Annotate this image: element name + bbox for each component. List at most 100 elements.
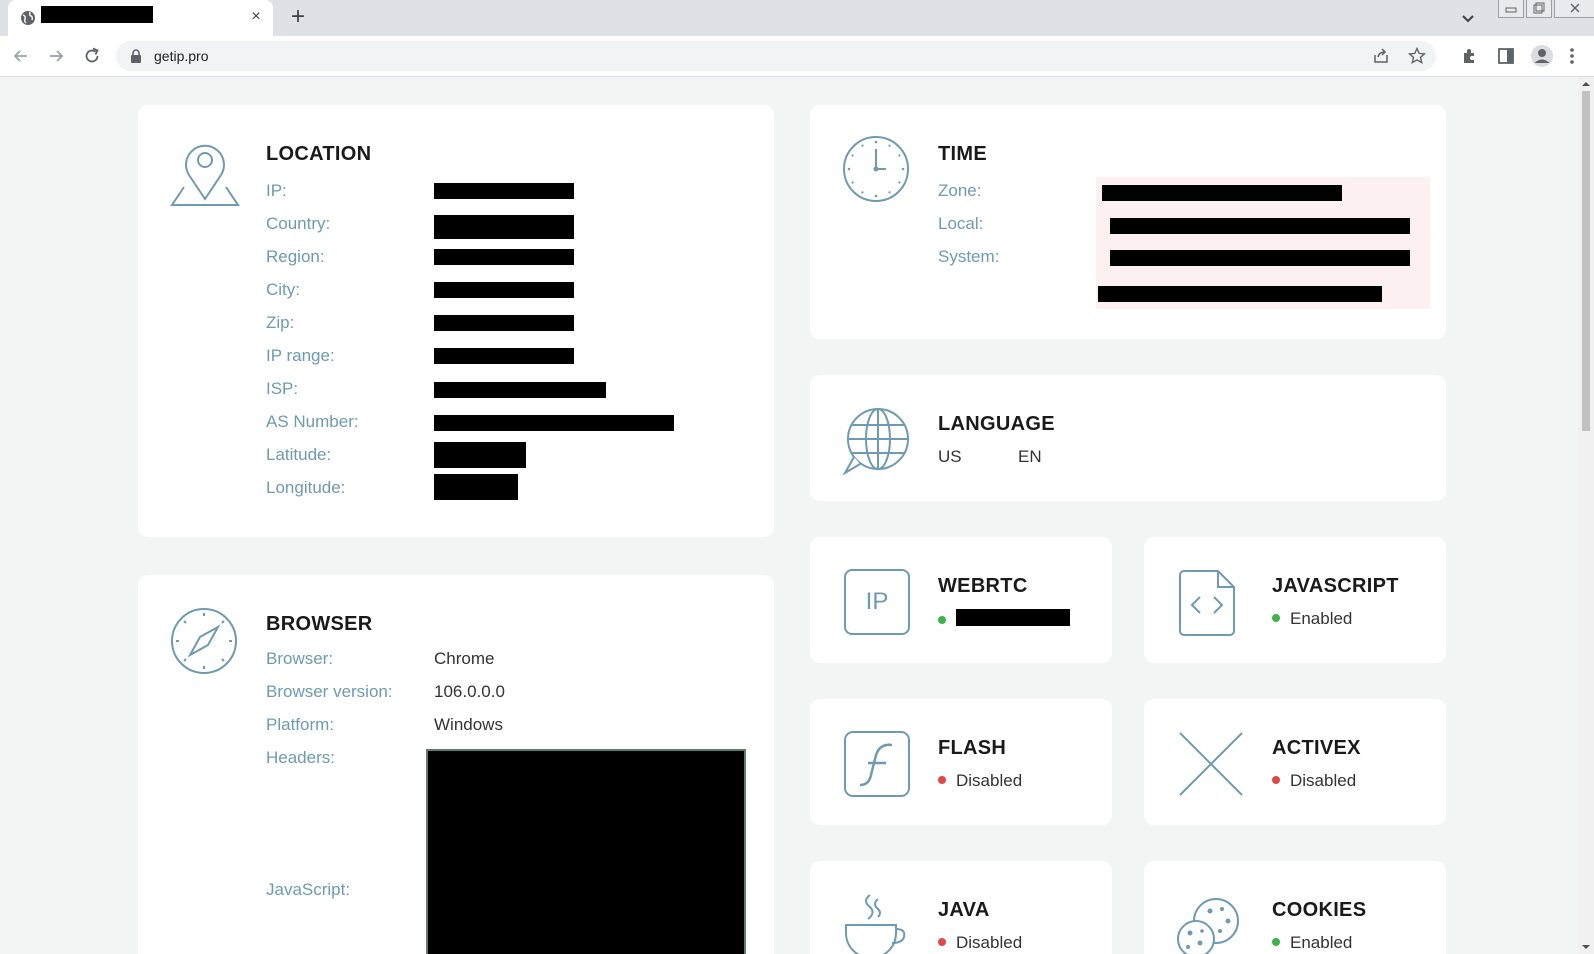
coffee-cup-icon — [845, 894, 906, 954]
region-label: Region: — [266, 247, 325, 266]
city-value-redacted — [434, 282, 574, 298]
time-title: TIME — [938, 143, 987, 165]
cookies-icon — [1177, 898, 1239, 954]
page-content: LOCATION IP: Country: Region: City: Zip:… — [0, 77, 1578, 954]
cookies-status: Enabled — [1272, 933, 1352, 953]
extensions-icon[interactable] — [1460, 46, 1480, 66]
language-country-value: US — [938, 447, 962, 466]
location-title: LOCATION — [266, 143, 372, 165]
webrtc-value-redacted — [956, 609, 1070, 626]
ip-value-redacted — [434, 183, 574, 199]
star-icon[interactable] — [1408, 47, 1426, 65]
close-window-button[interactable] — [1554, 0, 1594, 18]
scroll-down-icon[interactable] — [1582, 943, 1590, 951]
share-icon[interactable] — [1372, 47, 1390, 65]
side-panel-icon[interactable] — [1496, 46, 1516, 66]
code-file-icon — [1179, 570, 1235, 636]
language-code-value: EN — [1018, 447, 1042, 466]
browser-value: Chrome — [434, 649, 495, 668]
longitude-label: Longitude: — [266, 478, 346, 497]
tab-close-icon[interactable]: × — [246, 7, 266, 27]
zip-value-redacted — [434, 315, 574, 331]
close-icon — [1570, 3, 1579, 13]
country-value-redacted — [434, 215, 574, 239]
ip-range-label: IP range: — [266, 346, 335, 365]
new-tab-button[interactable]: + — [286, 5, 310, 30]
longitude-value-redacted — [434, 474, 518, 500]
country-label: Country: — [266, 214, 331, 233]
javascript-card: JAVASCRIPT Enabled — [1144, 537, 1446, 663]
javascript-status-dot — [1272, 613, 1280, 622]
flash-status: Disabled — [938, 771, 1022, 791]
browser-title: BROWSER — [266, 613, 373, 635]
lock-icon — [131, 49, 141, 63]
as-number-value-redacted — [434, 415, 674, 431]
javascript-status: Enabled — [1272, 609, 1352, 629]
globe-icon — [21, 11, 35, 25]
restore-button[interactable] — [1526, 0, 1552, 18]
local-label: Local: — [938, 214, 984, 233]
local-value-redacted — [1110, 218, 1410, 234]
time-card: TIME Zone: Local: System: — [810, 105, 1446, 339]
restore-icon — [1533, 2, 1545, 14]
as-number-label: AS Number: — [266, 412, 359, 431]
ip-label: IP: — [266, 181, 287, 200]
tab-title-redacted — [41, 6, 153, 23]
javascript-label: JavaScript: — [266, 880, 351, 899]
forward-icon[interactable] — [46, 46, 66, 66]
headers-label: Headers: — [266, 748, 335, 767]
browser-toolbar: getip.pro — [0, 36, 1594, 77]
location-card: LOCATION IP: Country: Region: City: Zip:… — [138, 105, 774, 537]
ip-icon: IP — [844, 569, 910, 635]
reload-icon[interactable] — [82, 46, 102, 66]
region-value-redacted — [434, 249, 574, 265]
activex-card: ACTIVEX Disabled — [1144, 699, 1446, 825]
cookies-title: COOKIES — [1272, 899, 1367, 921]
ip-range-value-redacted — [434, 348, 574, 364]
browser-version-label: Browser version: — [266, 682, 393, 701]
activex-status-text: Disabled — [1290, 771, 1357, 790]
vertical-scrollbar[interactable] — [1578, 77, 1594, 954]
isp-value-redacted — [434, 382, 606, 398]
url-text[interactable]: getip.pro — [154, 48, 208, 64]
map-pin-icon — [170, 144, 240, 206]
cookies-status-dot — [1272, 937, 1280, 946]
system-label: System: — [938, 247, 1000, 266]
minimize-button[interactable] — [1498, 0, 1524, 18]
activex-status: Disabled — [1272, 771, 1356, 791]
flash-status-dot — [938, 775, 946, 784]
scrollbar-thumb[interactable] — [1582, 91, 1590, 431]
flash-status-text: Disabled — [956, 771, 1023, 790]
activex-title: ACTIVEX — [1272, 737, 1361, 759]
javascript-status-text: Enabled — [1290, 609, 1353, 628]
profile-avatar-icon[interactable] — [1530, 44, 1554, 68]
flash-icon — [844, 731, 910, 797]
scroll-up-icon[interactable] — [1582, 80, 1590, 88]
latitude-value-redacted — [434, 442, 526, 468]
webrtc-card: IP WEBRTC — [810, 537, 1112, 663]
time-extra-value-redacted — [1098, 286, 1382, 302]
flash-title: FLASH — [938, 737, 1007, 759]
browser-tab-active[interactable]: × — [8, 0, 273, 36]
isp-label: ISP: — [266, 379, 299, 398]
tab-search-icon[interactable] — [1458, 8, 1478, 28]
zone-value-redacted — [1102, 185, 1342, 201]
javascript-title: JAVASCRIPT — [1272, 575, 1399, 597]
clock-icon — [843, 136, 909, 202]
back-icon[interactable] — [11, 46, 31, 66]
flash-card: FLASH Disabled — [810, 699, 1112, 825]
system-value-redacted — [1110, 250, 1410, 266]
webrtc-title: WEBRTC — [938, 575, 1028, 597]
zip-label: Zip: — [266, 313, 295, 332]
latitude-label: Latitude: — [266, 445, 332, 464]
language-card: LANGUAGE US EN — [810, 375, 1446, 501]
java-status-dot — [938, 937, 946, 946]
tab-strip: × + — [0, 0, 1594, 36]
headers-value-redacted — [426, 749, 746, 954]
address-bar[interactable]: getip.pro — [116, 41, 1436, 71]
menu-kebab-icon[interactable] — [1568, 46, 1576, 66]
city-label: City: — [266, 280, 300, 299]
browser-label: Browser: — [266, 649, 334, 668]
compass-icon — [171, 608, 237, 674]
browser-card: BROWSER Browser: Browser version: Platfo… — [138, 575, 774, 954]
